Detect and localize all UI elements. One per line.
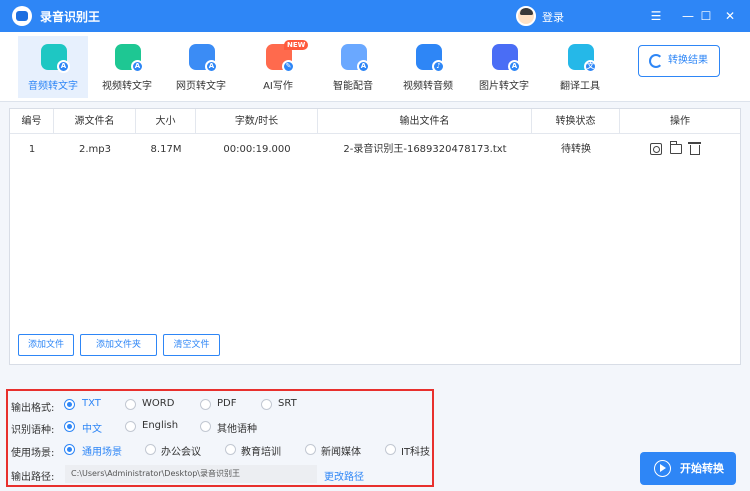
format-srt-option[interactable]: SRT xyxy=(278,398,297,409)
video-to-audio-icon: ♪ xyxy=(416,44,445,73)
col-status: 转换状态 xyxy=(532,109,620,134)
conversion-result-button[interactable]: 转换结果 xyxy=(638,45,720,77)
col-output-name: 输出文件名 xyxy=(318,109,532,134)
scene-education-option[interactable]: 教育培训 xyxy=(241,443,281,458)
language-row: 识别语种: 中文 English 其他语种 xyxy=(8,418,432,436)
lang-chinese-radio[interactable] xyxy=(64,421,75,432)
refresh-icon xyxy=(649,54,663,68)
tool-label: 视频转音频 xyxy=(403,81,453,92)
lang-other-radio[interactable] xyxy=(200,421,211,432)
tool-label: 音频转文字 xyxy=(28,81,78,92)
app-logo-icon xyxy=(12,6,32,26)
output-format-label: 输出格式: xyxy=(11,403,55,414)
scene-news-radio[interactable] xyxy=(305,444,316,455)
format-word-radio[interactable] xyxy=(125,399,136,410)
tool-smart-dubbing[interactable]: A 智能配音 xyxy=(318,36,388,98)
tool-video-to-audio[interactable]: ♪ 视频转音频 xyxy=(393,36,463,98)
col-source-name: 源文件名 xyxy=(54,109,136,134)
tool-label: 网页转文字 xyxy=(176,81,226,92)
change-path-link[interactable]: 更改路径 xyxy=(324,468,364,483)
language-label: 识别语种: xyxy=(11,425,55,436)
format-word-option[interactable]: WORD xyxy=(142,398,174,409)
clear-files-button[interactable]: 清空文件 xyxy=(163,334,220,356)
col-actions: 操作 xyxy=(670,116,690,127)
menu-icon[interactable]: ☰ xyxy=(648,8,664,24)
audio-to-text-icon: A xyxy=(41,44,70,73)
tool-translate[interactable]: 文 翻译工具 xyxy=(545,36,615,98)
lang-english-radio[interactable] xyxy=(125,421,136,432)
tool-image-to-text[interactable]: A 图片转文字 xyxy=(469,36,539,98)
user-avatar-icon[interactable] xyxy=(516,6,536,26)
output-path-field[interactable] xyxy=(65,465,317,483)
cell-output-name: 2-录音识别王-1689320478173.txt xyxy=(343,144,507,155)
minimize-icon[interactable]: — xyxy=(680,8,696,24)
col-index: 编号 xyxy=(10,109,54,134)
scene-education-radio[interactable] xyxy=(225,444,236,455)
scene-meeting-option[interactable]: 办公会议 xyxy=(161,443,201,458)
tool-label: 智能配音 xyxy=(333,81,373,92)
lang-chinese-option[interactable]: 中文 xyxy=(82,420,102,435)
tool-label: 图片转文字 xyxy=(479,81,529,92)
scene-general-radio[interactable] xyxy=(64,444,75,455)
maximize-icon[interactable]: ☐ xyxy=(698,8,714,24)
web-to-text-icon: A xyxy=(189,44,218,73)
file-list-panel: 编号 源文件名 大小 字数/时长 输出文件名 转换状态 操作 1 2.mp3 8… xyxy=(9,108,741,365)
table-row[interactable]: 1 2.mp3 8.17M 00:00:19.000 2-录音识别王-16893… xyxy=(10,137,740,162)
scene-general-option[interactable]: 通用场景 xyxy=(82,443,122,458)
conversion-settings: 输出格式: TXT WORD PDF SRT 识别语种: 中文 English … xyxy=(6,389,434,487)
conversion-result-label: 转换结果 xyxy=(668,55,708,66)
tool-video-to-text[interactable]: A 视频转文字 xyxy=(92,36,162,98)
start-conversion-button[interactable]: 开始转换 xyxy=(640,452,736,485)
smart-dubbing-icon: A xyxy=(341,44,370,73)
play-icon xyxy=(654,460,671,477)
tool-web-to-text[interactable]: A 网页转文字 xyxy=(166,36,236,98)
scene-news-option[interactable]: 新闻媒体 xyxy=(321,443,361,458)
format-srt-radio[interactable] xyxy=(261,399,272,410)
scene-meeting-radio[interactable] xyxy=(145,444,156,455)
image-to-text-icon: A xyxy=(492,44,521,73)
video-to-text-icon: A xyxy=(115,44,144,73)
scene-it-radio[interactable] xyxy=(385,444,396,455)
lang-english-option[interactable]: English xyxy=(142,420,178,431)
title-bar: 录音识别王 登录 ☰ — ☐ ✕ xyxy=(0,0,750,32)
output-path-row: 输出路径: 更改路径 xyxy=(8,465,432,483)
add-folder-button[interactable]: 添加文件夹 xyxy=(80,334,157,356)
close-icon[interactable]: ✕ xyxy=(722,8,738,24)
translate-icon: 文 xyxy=(568,44,597,73)
cell-status: 待转换 xyxy=(561,144,591,155)
new-badge: NEW xyxy=(284,40,309,50)
app-title: 录音识别王 xyxy=(40,10,101,24)
cell-index: 1 xyxy=(28,144,36,155)
scene-it-option[interactable]: IT科技 xyxy=(401,443,430,458)
scene-row: 使用场景: 通用场景 办公会议 教育培训 新闻媒体 IT科技 xyxy=(8,441,432,459)
login-link[interactable]: 登录 xyxy=(542,9,564,25)
open-folder-icon[interactable] xyxy=(669,141,682,154)
table-header: 编号 源文件名 大小 字数/时长 输出文件名 转换状态 操作 xyxy=(10,109,740,134)
cell-size: 8.17M xyxy=(150,144,182,155)
tool-label: 翻译工具 xyxy=(560,81,600,92)
add-file-button[interactable]: 添加文件 xyxy=(18,334,74,356)
col-duration: 字数/时长 xyxy=(196,109,318,134)
lang-other-option[interactable]: 其他语种 xyxy=(217,420,257,435)
start-conversion-label: 开始转换 xyxy=(680,462,724,475)
cell-duration: 00:00:19.000 xyxy=(223,144,291,155)
delete-icon[interactable] xyxy=(688,142,701,155)
format-txt-option[interactable]: TXT xyxy=(82,398,101,409)
scene-label: 使用场景: xyxy=(11,448,55,459)
format-txt-radio[interactable] xyxy=(64,399,75,410)
tool-label: 视频转文字 xyxy=(102,81,152,92)
preview-icon[interactable] xyxy=(650,143,662,155)
col-size: 大小 xyxy=(136,109,196,134)
format-pdf-option[interactable]: PDF xyxy=(217,398,236,409)
format-pdf-radio[interactable] xyxy=(200,399,211,410)
output-path-label: 输出路径: xyxy=(11,472,55,483)
tool-label: AI写作 xyxy=(263,81,293,92)
cell-source-name: 2.mp3 xyxy=(79,144,111,155)
tool-audio-to-text[interactable]: A 音频转文字 xyxy=(18,36,88,98)
output-format-row: 输出格式: TXT WORD PDF SRT xyxy=(8,396,432,414)
